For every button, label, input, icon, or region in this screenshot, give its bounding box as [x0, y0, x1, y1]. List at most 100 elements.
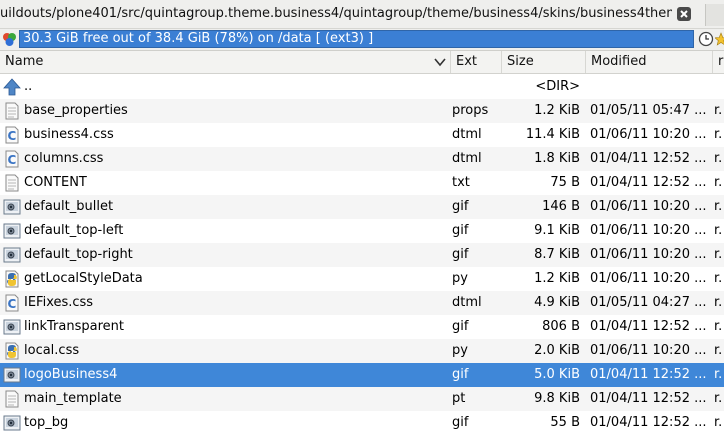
column-permissions[interactable]: rw [713, 51, 724, 73]
file-ext: gif [452, 367, 469, 382]
image-file-icon [3, 414, 21, 432]
file-row[interactable]: getLocalStyleData py 1.2 KiB 01/06/11 10:20… [0, 267, 724, 291]
disk-icon [3, 33, 16, 46]
image-file-icon [3, 222, 21, 240]
file-modified: 01/04/11 12:52 ... [590, 415, 707, 430]
file-name: .. [24, 79, 33, 94]
file-size: 1.2 KiB [534, 103, 580, 118]
file-size: 4.9 KiB [534, 295, 580, 310]
python-file-icon [3, 342, 21, 360]
history-icon[interactable] [698, 31, 714, 47]
file-permissions: r. [714, 199, 723, 214]
css-file-icon: C [3, 150, 21, 168]
file-size: 2.0 KiB [534, 343, 580, 358]
file-modified: 01/04/11 12:52 ... [590, 151, 707, 166]
file-name: logoBusiness4 [24, 367, 118, 382]
column-ext[interactable]: Ext [451, 51, 502, 73]
file-permissions: r. [714, 343, 723, 358]
file-ext: gif [452, 247, 469, 262]
file-size: 146 B [542, 199, 580, 214]
file-name: CONTENT [24, 175, 87, 190]
file-row[interactable]: base_properties props 1.2 KiB 01/05/11 05:4… [0, 99, 724, 123]
file-size: <DIR> [535, 79, 580, 94]
image-file-icon [3, 366, 21, 384]
file-size: 5.0 KiB [534, 367, 580, 382]
file-modified: 01/04/11 12:52 ... [590, 319, 707, 334]
file-permissions: r. [714, 151, 723, 166]
file-row[interactable]: C IEFixes.css dtml 4.9 KiB 01/05/11 04:27 ..… [0, 291, 724, 315]
css-file-icon: C [3, 126, 21, 144]
file-ext: gif [452, 319, 469, 334]
file-size: 11.4 KiB [525, 127, 580, 142]
file-permissions: r. [714, 175, 723, 190]
file-ext: py [452, 343, 468, 358]
column-name[interactable]: Name [0, 51, 451, 73]
file-size: 9.8 KiB [534, 391, 580, 406]
column-header: Name Ext Size Modified rw [0, 51, 724, 74]
file-row[interactable]: .. <DIR> [0, 75, 724, 99]
up-arrow-icon [3, 78, 21, 96]
file-row[interactable]: main_template pt 9.8 KiB 01/04/11 12:52 ...… [0, 387, 724, 411]
file-name: local.css [24, 343, 80, 358]
file-permissions: r. [714, 367, 723, 382]
text-file-icon [3, 390, 21, 408]
file-size: 9.1 KiB [534, 223, 580, 238]
file-row[interactable]: top_bg gif 55 B 01/04/11 12:52 ... r. [0, 411, 724, 435]
file-permissions: r. [714, 103, 723, 118]
file-permissions: r. [714, 247, 723, 262]
image-file-icon [3, 318, 21, 336]
file-modified: 01/05/11 05:47 ... [590, 103, 707, 118]
file-row[interactable]: linkTransparent gif 806 B 01/04/11 12:52 ..… [0, 315, 724, 339]
clear-path-icon[interactable] [676, 6, 692, 22]
file-modified: 01/04/11 12:52 ... [590, 391, 707, 406]
file-permissions: r. [714, 127, 723, 142]
svg-text:C: C [8, 129, 17, 143]
file-ext: py [452, 271, 468, 286]
file-modified: 01/04/11 12:52 ... [590, 175, 707, 190]
column-modified[interactable]: Modified [586, 51, 713, 73]
path-bar-end [705, 4, 724, 26]
file-modified: 01/06/11 10:20 ... [590, 247, 707, 262]
current-path[interactable]: uildouts/plone401/src/quintagroup.theme.… [0, 6, 672, 21]
file-ext: gif [452, 199, 469, 214]
file-name: base_properties [24, 103, 128, 118]
text-file-icon [3, 102, 21, 120]
file-size: 806 B [542, 319, 580, 334]
file-ext: pt [452, 391, 466, 406]
file-permissions: r. [714, 319, 723, 334]
file-name: linkTransparent [24, 319, 124, 334]
file-row[interactable]: Cbusiness4.css dtml 11.4 KiB 01/06/11 10:20… [0, 123, 724, 147]
file-size: 75 B [550, 175, 580, 190]
file-modified: 01/06/11 10:20 ... [590, 199, 707, 214]
file-modified: 01/06/11 10:20 ... [590, 271, 707, 286]
file-row[interactable]: default_top-left gif 9.1 KiB 01/06/11 10:20… [0, 219, 724, 243]
file-size: 1.8 KiB [534, 151, 580, 166]
image-file-icon [3, 246, 21, 264]
file-modified: 01/04/11 12:52 ... [590, 367, 707, 382]
file-row[interactable]: Ccolumns.css dtml 1.8 KiB 01/04/11 12:52 ..… [0, 147, 724, 171]
file-modified: 01/05/11 04:27 ... [590, 295, 707, 310]
column-size[interactable]: Size [502, 51, 586, 73]
file-permissions: r. [714, 271, 723, 286]
image-file-icon [3, 198, 21, 216]
file-name: top_bg [24, 415, 69, 430]
file-row[interactable]: local.css py 2.0 KiB 01/06/11 10:20 ... r. [0, 339, 724, 363]
path-bar: uildouts/plone401/src/quintagroup.theme.… [0, 0, 724, 29]
free-space-text: 30.3 GiB free out of 38.4 GiB (78%) on /… [23, 31, 374, 46]
sort-descending-icon[interactable] [434, 57, 446, 67]
svg-text:C: C [8, 153, 17, 167]
file-ext: dtml [452, 295, 482, 310]
css-file-icon: C [3, 294, 21, 312]
file-ext: dtml [452, 151, 482, 166]
file-row[interactable]: default_bullet gif 146 B 01/06/11 10:20 ...… [0, 195, 724, 219]
file-ext: gif [452, 223, 469, 238]
file-row[interactable]: default_top-right gif 8.7 KiB 01/06/11 10:2… [0, 243, 724, 267]
file-ext: gif [452, 415, 469, 430]
file-row[interactable]: logoBusiness4 gif 5.0 KiB 01/04/11 12:52 ..… [0, 363, 724, 387]
file-list: .. <DIR> base_properties props 1.2 KiB 01/05/… [0, 75, 724, 435]
file-modified: 01/06/11 10:20 ... [590, 127, 707, 142]
file-ext: props [452, 103, 489, 118]
file-row[interactable]: CONTENT txt 75 B 01/04/11 12:52 ... r. [0, 171, 724, 195]
bookmark-star-icon[interactable] [715, 31, 724, 47]
file-name: default_bullet [24, 199, 114, 214]
